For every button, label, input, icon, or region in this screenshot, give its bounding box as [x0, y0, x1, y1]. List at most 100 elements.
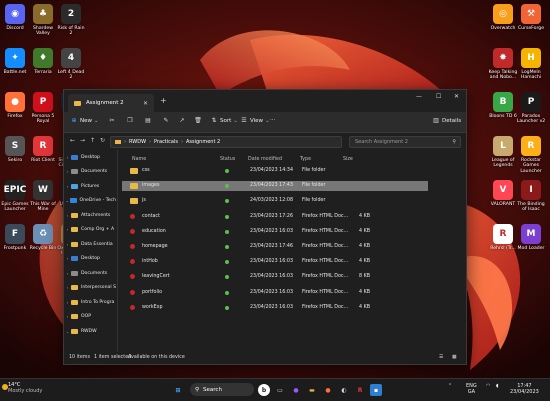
clock[interactable]: 17:47 23/04/2023 — [510, 383, 539, 395]
breadcrumb-rwdw[interactable]: RWDW — [129, 139, 146, 145]
file-row[interactable]: images 23/04/2023 17:43 File folder — [122, 181, 428, 192]
desktop-icon[interactable]: ● Firefox — [0, 92, 30, 119]
file-row[interactable]: leavingCert 23/04/2023 16:03 Firefox HTML … — [122, 272, 428, 282]
more-options-button[interactable]: ··· — [270, 117, 275, 123]
nav-item[interactable]: › Documents — [64, 167, 116, 177]
desktop-icon[interactable]: L League of Legends — [488, 136, 518, 169]
chevron-icon[interactable]: ⌄ — [64, 329, 71, 334]
file-row[interactable]: contact 23/04/2023 17:26 Firefox HTML Doc.… — [122, 212, 428, 222]
task-view-icon[interactable]: ▭ — [274, 384, 286, 396]
nav-item[interactable]: ⌄ OneDrive - Tech — [64, 196, 116, 206]
nav-item[interactable]: › Pictures — [64, 181, 116, 191]
volume-icon[interactable]: ◖ — [496, 383, 499, 389]
column-header-size[interactable]: Size — [343, 157, 353, 162]
rename-icon[interactable]: ✎ — [162, 117, 170, 125]
copy-icon[interactable]: ❐ — [126, 117, 134, 125]
up-arrow-icon[interactable]: ↑ — [90, 137, 95, 144]
chevron-icon[interactable]: › — [64, 155, 71, 160]
app-taskbar-icon[interactable]: ▪ — [370, 384, 382, 396]
delete-icon[interactable]: 🗑 — [194, 117, 202, 125]
forward-arrow-icon[interactable]: → — [80, 137, 85, 144]
maximize-button[interactable]: ☐ — [436, 93, 441, 100]
chevron-icon[interactable]: › — [64, 213, 71, 218]
breadcrumb-assignment-2[interactable]: Assignment 2 — [186, 139, 220, 145]
chevron-icon[interactable]: › — [64, 227, 71, 232]
chevron-icon[interactable]: › — [64, 314, 71, 319]
sort-button[interactable]: ⇅ Sort ⌄ — [210, 117, 237, 125]
steam-taskbar-icon[interactable]: ◐ — [338, 384, 350, 396]
desktop-icon[interactable]: V VALORANT — [488, 180, 518, 207]
desktop-icon[interactable]: P Paradox Launcher v2 — [516, 92, 546, 125]
show-hidden-icons[interactable]: ⌃ — [448, 383, 452, 389]
chevron-icon[interactable]: › — [64, 285, 71, 290]
widgets-icon[interactable]: b — [258, 384, 270, 396]
wifi-icon[interactable]: ◠ — [486, 383, 490, 389]
column-header-status[interactable]: Status — [220, 157, 235, 162]
details-button[interactable]: ▥ Details — [432, 117, 461, 125]
file-explorer-taskbar-icon[interactable]: ▬ — [306, 384, 318, 396]
file-row[interactable]: education 23/04/2023 16:03 Firefox HTML Do… — [122, 227, 428, 237]
desktop-icon[interactable]: B Bloons TD 6 — [488, 92, 518, 119]
tiles-view-icon[interactable]: ▦ — [452, 355, 457, 360]
nav-item[interactable]: › Interpersonal S — [64, 283, 116, 293]
nav-item[interactable]: › Data Essentia — [64, 239, 116, 249]
desktop-icon[interactable]: M Mod Loader — [516, 224, 546, 251]
column-header-name[interactable]: Name — [132, 157, 146, 162]
nav-item[interactable]: › Comp Org + A — [64, 225, 116, 235]
nav-item[interactable]: › Intro To Progra — [64, 297, 116, 307]
breadcrumb-practicals[interactable]: Practicals — [154, 139, 178, 145]
start-icon[interactable]: ⊞ — [172, 384, 184, 396]
desktop-icon[interactable]: R Rockstar Games Launcher — [516, 136, 546, 174]
desktop-icon[interactable]: P Persona 5 Royal — [28, 92, 58, 125]
nav-item[interactable]: › OOP — [64, 312, 116, 322]
new-button[interactable]: ⊕ New ⌄ — [70, 117, 98, 125]
back-arrow-icon[interactable]: ← — [70, 137, 75, 144]
desktop-icon[interactable]: ✦ Battle.net — [0, 48, 30, 75]
file-row[interactable]: workExp 23/04/2023 16:03 Firefox HTML Doc.… — [122, 303, 428, 313]
teams-icon[interactable]: ● — [290, 384, 302, 396]
new-tab-button[interactable]: + — [160, 96, 167, 105]
details-view-icon[interactable]: ☰ — [439, 355, 443, 360]
chevron-icon[interactable]: › — [64, 242, 71, 247]
nav-item[interactable]: › Documents — [64, 268, 116, 278]
desktop-icon[interactable]: S Sekiro — [0, 136, 30, 163]
language-indicator[interactable]: ENG GA — [466, 383, 477, 395]
chevron-icon[interactable]: › — [64, 256, 71, 261]
paste-icon[interactable]: ▤ — [144, 117, 152, 125]
desktop-icon[interactable]: ◉ Discord — [0, 4, 30, 31]
file-row[interactable]: portfolio 23/04/2023 16:03 Firefox HTML Do… — [122, 288, 428, 298]
file-row[interactable]: intHob 23/04/2023 16:03 Firefox HTML Doc..… — [122, 257, 428, 267]
desktop-icon[interactable]: 2 Risk of Rain 2 — [56, 4, 86, 37]
chevron-icon[interactable]: › — [64, 271, 71, 276]
nav-item[interactable]: › Desktop — [64, 152, 116, 162]
firefox-taskbar-icon[interactable]: ● — [322, 384, 334, 396]
cut-icon[interactable]: ✂ — [108, 117, 116, 125]
share-icon[interactable]: ↗ — [178, 117, 186, 125]
desktop-icon[interactable]: R Rehrsl (Tr... — [488, 224, 518, 251]
nav-item[interactable]: › Attachments — [64, 210, 116, 220]
column-header-type[interactable]: Type — [300, 157, 311, 162]
desktop-icon[interactable]: ♦ Terraria — [28, 48, 58, 75]
file-row[interactable]: css 23/04/2023 14:34 File folder — [122, 166, 428, 176]
taskbar-search[interactable]: ⚲ Search — [190, 383, 254, 396]
desktop-icon[interactable]: ✸ Keep Talking and Nobo... — [488, 48, 518, 81]
file-row[interactable]: js 24/03/2023 12:08 File folder — [122, 196, 428, 206]
address-bar[interactable]: › RWDW › Practicals › Assignment 2 — [110, 136, 342, 148]
minimize-button[interactable]: — — [416, 93, 422, 100]
chevron-icon[interactable]: › — [64, 184, 71, 189]
desktop-icon[interactable]: EPIC Epic Games Launcher — [0, 180, 30, 213]
refresh-icon[interactable]: ↻ — [100, 137, 105, 144]
desktop-icon[interactable]: ♣ Shardew Valley — [28, 4, 58, 37]
pane-divider[interactable] — [117, 150, 118, 352]
desktop-icon[interactable]: H LogMeIn Hamachi — [516, 48, 546, 81]
chevron-icon[interactable]: › — [64, 169, 71, 174]
chevron-icon[interactable]: › — [64, 300, 71, 305]
search-input[interactable]: Search Assignment 2 ⚲ — [349, 136, 461, 148]
close-tab-icon[interactable]: ✕ — [143, 100, 148, 107]
tab-assignment-2[interactable]: Assignment 2 ✕ — [68, 94, 154, 112]
desktop-icon[interactable]: F Frostpunk — [0, 224, 30, 251]
close-window-button[interactable]: ✕ — [454, 93, 459, 100]
desktop-icon[interactable]: 4 Left 4 Dead 2 — [56, 48, 86, 81]
riot-taskbar-icon[interactable]: R — [354, 384, 366, 396]
desktop-icon[interactable]: ♻ Recycle Bin — [28, 224, 58, 251]
